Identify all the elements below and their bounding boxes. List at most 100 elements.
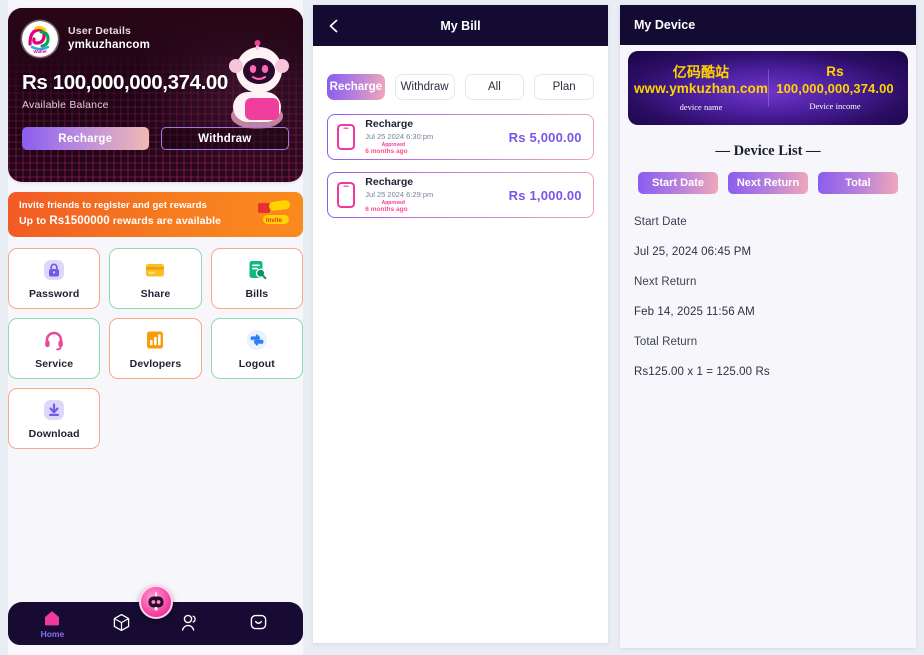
quick-action-devlopers[interactable]: Devlopers (109, 318, 202, 379)
transaction-ago: 6 months ago (365, 206, 408, 214)
quick-action-download[interactable]: Download (8, 388, 101, 449)
wallet-logo-icon: Wallet (22, 21, 58, 57)
headset-icon (42, 328, 66, 352)
detail-value-start-date: Jul 25, 2024 06:45 PM (634, 246, 752, 258)
transaction-meta: Recharge Jul 25 2024 6:30:pm Approved 6 … (365, 118, 508, 157)
filter-tab-plan[interactable]: Plan (534, 74, 594, 100)
filter-tab-recharge[interactable]: Recharge (327, 74, 385, 100)
my-bill-panel: My Bill Recharge Withdraw All Plan Recha… (313, 5, 608, 643)
quick-actions-grid: Password Share Bills Service Devlopers L… (8, 248, 303, 449)
quick-action-label: Service (35, 357, 74, 370)
device-income-caption: Device income (809, 101, 861, 112)
transaction-title: Recharge (365, 175, 414, 188)
quick-action-label: Bills (245, 287, 269, 300)
chat-icon (250, 614, 267, 630)
filter-tab-withdraw[interactable]: Withdraw (394, 74, 455, 100)
my-device-panel: My Device 亿码酷站 www.ymkuzhan.com device n… (620, 5, 916, 648)
withdraw-button[interactable]: Withdraw (160, 127, 289, 150)
quick-action-label: Password (28, 287, 80, 300)
quick-action-label: Download (28, 427, 80, 440)
quick-action-label: Logout (238, 357, 275, 370)
balance-label: Available Balance (22, 99, 109, 111)
device-card-divider (768, 69, 769, 107)
device-name-url: www.ymkuzhan.com (634, 81, 768, 96)
invite-prefix: Up to (19, 215, 50, 227)
transaction-amount: Rs 5,000.00 (508, 129, 582, 145)
transaction-row[interactable]: Recharge Jul 25 2024 6:29:pm Approved 6 … (327, 172, 594, 218)
wallet-home-panel: Wallet User Details ymkuzhancom Rs 100,0… (8, 0, 303, 655)
transaction-amount: Rs 1,000.00 (508, 187, 582, 203)
device-name-cn: 亿码酷站 (672, 63, 730, 80)
bill-filter-tabs: Recharge Withdraw All Plan (313, 46, 608, 100)
invite-banner[interactable]: Invite friends to register and get rewar… (8, 192, 303, 237)
device-income-currency: Rs (826, 64, 844, 80)
pill-total[interactable]: Total (818, 172, 898, 194)
quick-action-service[interactable]: Service (8, 318, 101, 379)
quick-action-label: Share (140, 287, 171, 300)
detail-label-next-return: Next Return (634, 276, 697, 288)
recharge-button[interactable]: Recharge (22, 127, 149, 150)
transaction-title: Recharge (365, 117, 414, 130)
transaction-row[interactable]: Recharge Jul 25 2024 6:30:pm Approved 6 … (327, 114, 594, 160)
pill-start-date[interactable]: Start Date (638, 172, 718, 194)
user-row: Wallet User Details ymkuzhancom (22, 21, 289, 57)
nav-item-products[interactable] (100, 613, 142, 634)
my-bill-topbar: My Bill (313, 5, 608, 46)
hero-content: Wallet User Details ymkuzhancom Rs 100,0… (8, 8, 303, 150)
download-icon (42, 398, 66, 422)
detail-value-total-return: Rs125.00 x 1 = 125.00 Rs (634, 366, 770, 378)
device-detail-list: Start Date Jul 25, 2024 06:45 PM Next Re… (620, 194, 916, 378)
quick-action-share[interactable]: Share (109, 248, 202, 309)
chart-bar-icon (143, 328, 167, 352)
quick-action-logout[interactable]: Logout (210, 318, 303, 379)
phone-icon (337, 124, 356, 150)
cube-icon (113, 613, 129, 632)
transaction-date: Jul 25 2024 6:29:pm (365, 190, 434, 200)
card-icon (143, 258, 167, 282)
device-income-block: Rs 100,000,000,374.00 Device income (768, 64, 902, 112)
chevron-left-icon[interactable] (326, 18, 342, 34)
nav-item-team[interactable] (169, 613, 211, 634)
my-device-title: My Device (634, 18, 696, 32)
detail-label-total-return: Total Return (634, 336, 698, 348)
invite-banner-text: Invite friends to register and get rewar… (19, 199, 221, 231)
device-column-pills: Start Date Next Return Total (620, 172, 916, 194)
detail-label-start-date: Start Date (634, 216, 687, 228)
invite-suffix: rewards are available (109, 215, 222, 227)
my-device-topbar: My Device (620, 5, 916, 45)
transaction-ago: 6 months ago (365, 148, 408, 156)
balance-amount: Rs 100,000,000,374.00 (22, 71, 228, 94)
user-meta: User Details ymkuzhancom (68, 25, 150, 53)
nav-item-home[interactable]: Home (31, 609, 73, 639)
quick-action-bills[interactable]: Bills (210, 248, 303, 309)
device-name-caption: device name (679, 101, 723, 112)
invite-line-1: Invite friends to register and get rewar… (19, 199, 207, 211)
nav-item-chat[interactable] (238, 613, 280, 634)
quick-action-password[interactable]: Password (8, 248, 101, 309)
invite-ticket-icon: Invite (258, 200, 291, 224)
quick-action-label: Devlopers (129, 357, 182, 370)
nav-item-home-label: Home (40, 628, 65, 639)
robot-chat-icon[interactable] (138, 585, 173, 619)
phone-icon (337, 182, 356, 208)
detail-value-next-return: Feb 14, 2025 11:56 AM (634, 306, 755, 318)
user-icon (182, 614, 196, 631)
screenshot-root: Wallet User Details ymkuzhancom Rs 100,0… (0, 0, 924, 655)
logout-icon (245, 328, 269, 352)
svg-text:Invite: Invite (266, 217, 283, 224)
device-name-block: 亿码酷站 www.ymkuzhan.com device name (634, 64, 768, 113)
svg-text:Wallet: Wallet (33, 49, 47, 54)
home-icon (45, 610, 60, 625)
device-income-amount: 100,000,000,374.00 (776, 81, 894, 96)
bill-search-icon (245, 258, 269, 282)
transaction-date: Jul 25 2024 6:30:pm (365, 132, 434, 142)
transaction-meta: Recharge Jul 25 2024 6:29:pm Approved 6 … (365, 176, 508, 215)
invite-line-2: Up to Rs1500000 rewards are available (19, 213, 221, 230)
balance-hero-card: Wallet User Details ymkuzhancom Rs 100,0… (8, 8, 303, 182)
filter-tab-all[interactable]: All (464, 74, 525, 100)
lock-icon (42, 258, 66, 282)
invite-amount: Rs1500000 (49, 215, 110, 227)
user-details-label: User Details (68, 25, 132, 38)
transaction-list: Recharge Jul 25 2024 6:30:pm Approved 6 … (313, 100, 608, 218)
pill-next-return[interactable]: Next Return (728, 172, 808, 194)
